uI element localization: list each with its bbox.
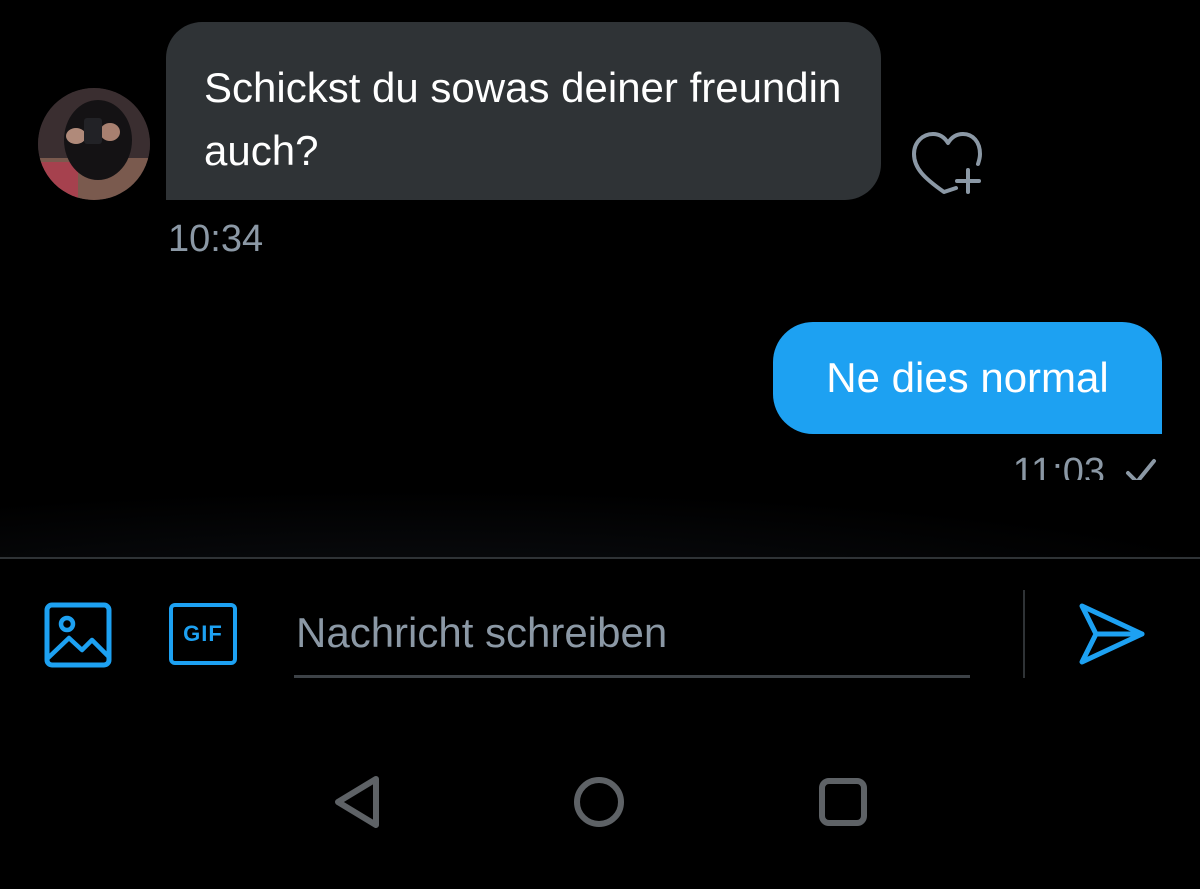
recents-square-icon[interactable] [816,775,870,829]
gif-button[interactable]: GIF [169,603,237,665]
composer-separator [1023,590,1025,678]
home-circle-icon[interactable] [572,775,626,829]
outgoing-message-text: Ne dies normal [826,354,1109,401]
back-triangle-icon[interactable] [330,775,384,829]
avatar[interactable] [38,88,150,200]
conversation-bottom-shade [0,480,1200,557]
incoming-message-text: Schickst du sowas deiner freundin auch? [204,64,842,174]
image-icon[interactable] [44,602,112,668]
dm-conversation-screen: Schickst du sowas deiner freundin auch? … [0,0,1200,889]
incoming-message-bubble[interactable]: Schickst du sowas deiner freundin auch? [166,22,881,200]
message-input[interactable] [294,590,970,678]
composer-divider [0,557,1200,559]
heart-plus-icon[interactable] [910,130,986,196]
outgoing-message-bubble[interactable]: Ne dies normal [773,322,1162,434]
incoming-message-time: 10:34 [168,218,264,260]
send-icon[interactable] [1076,600,1148,668]
